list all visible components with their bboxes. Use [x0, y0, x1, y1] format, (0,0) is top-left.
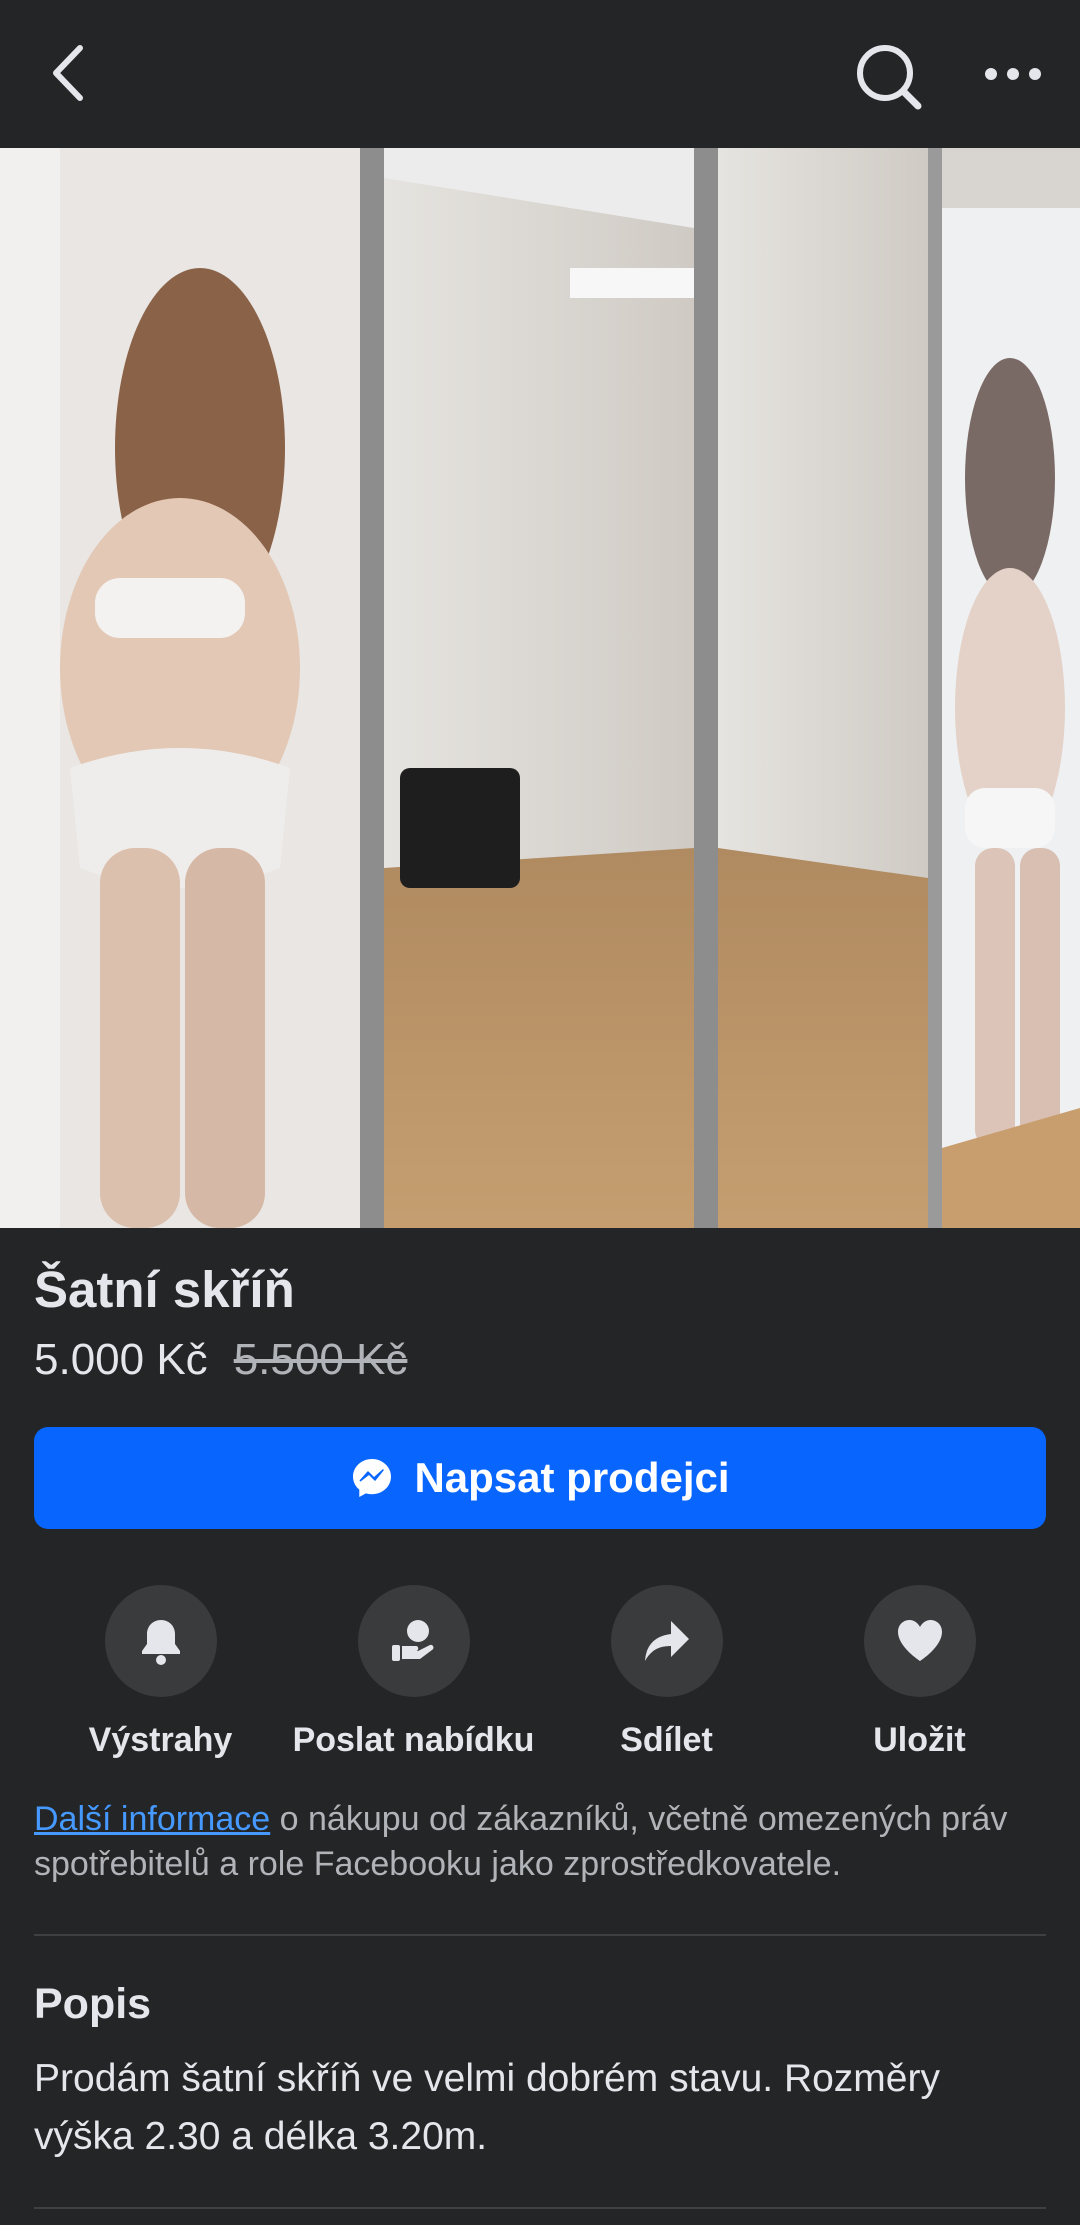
heart-icon — [897, 1620, 942, 1661]
share-circle[interactable] — [610, 1585, 723, 1697]
more-info-link[interactable]: Další informace — [34, 1800, 270, 1838]
message-seller-button[interactable]: Napsat prodejci — [34, 1427, 1046, 1529]
price-row: 5.000 Kč 5.500 Kč — [34, 1335, 407, 1385]
messenger-icon — [353, 1459, 392, 1497]
listing-title: Šatní skříň — [34, 1261, 295, 1318]
send-offer-circle[interactable] — [357, 1585, 470, 1697]
description-heading: Popis — [34, 1980, 152, 2028]
listing-price: 5.000 Kč — [34, 1335, 208, 1384]
hand-offer-icon — [391, 1620, 433, 1661]
alerts-circle[interactable] — [104, 1585, 217, 1697]
save-action[interactable]: Uložit — [793, 1585, 1046, 1765]
send-offer-action[interactable]: Poslat nabídku — [287, 1585, 540, 1765]
wardrobe-photo — [0, 148, 1080, 1228]
share-action[interactable]: Sdílet — [540, 1585, 793, 1765]
send-offer-label: Poslat nabídku — [292, 1721, 535, 1759]
alerts-label: Výstrahy — [88, 1721, 233, 1759]
top-bar — [0, 0, 1080, 148]
back-button[interactable] — [38, 38, 108, 108]
description-text: Prodám šatní skříň ve velmi dobrém stavu… — [34, 2057, 940, 2158]
divider — [34, 1934, 1046, 1936]
search-icon — [857, 45, 922, 110]
purchase-info: Další informace o nákupu od zákazníků, v… — [34, 1797, 1046, 1887]
chevron-left-icon — [53, 45, 83, 101]
more-options-button[interactable] — [975, 40, 1055, 110]
divider — [34, 2207, 1046, 2209]
bell-icon — [141, 1620, 180, 1665]
listing-photo[interactable] — [0, 148, 1080, 1228]
search-button[interactable] — [848, 36, 928, 116]
action-row: Výstrahy Poslat nabídku Sdílet Uložit — [34, 1585, 1046, 1765]
message-seller-label: Napsat prodejci — [414, 1454, 730, 1501]
listing-old-price: 5.500 Kč — [233, 1335, 408, 1384]
share-arrow-icon — [644, 1621, 689, 1661]
more-dots-icon — [985, 68, 1041, 80]
save-circle[interactable] — [863, 1585, 976, 1697]
save-label: Uložit — [873, 1721, 966, 1759]
alerts-action[interactable]: Výstrahy — [34, 1585, 287, 1765]
share-label: Sdílet — [620, 1721, 713, 1759]
